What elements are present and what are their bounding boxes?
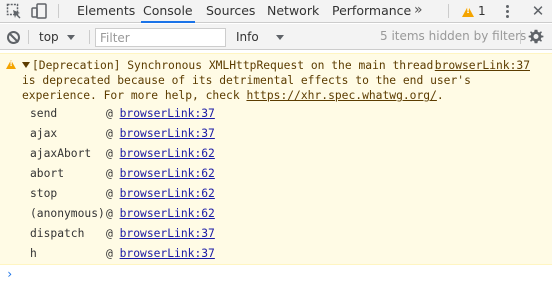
stack-at: @ <box>106 227 113 240</box>
tab-sources[interactable]: Sources <box>204 0 257 22</box>
tab-performance[interactable]: Performance <box>330 0 413 22</box>
clear-console-icon[interactable] <box>7 31 20 44</box>
close-icon[interactable]: ✕ <box>530 2 546 20</box>
hidden-items-count: 5 items hidden by filters <box>380 29 527 43</box>
stack-location-link[interactable]: browserLink:62 <box>120 167 215 180</box>
stack-function: dispatch <box>30 227 85 240</box>
stack-row: (anonymous)@ browserLink:62 <box>30 206 215 221</box>
stack-at: @ <box>106 187 113 200</box>
warning-message: [Deprecation] Synchronous XMLHttpRequest… <box>0 53 552 265</box>
tab-network[interactable]: Network <box>265 0 321 22</box>
stack-location-link[interactable]: browserLink:37 <box>120 107 215 120</box>
context-value: top <box>39 30 59 44</box>
more-tabs-icon[interactable]: » <box>414 0 423 22</box>
stack-function: stop <box>30 187 58 200</box>
stack-row: dispatch @ browserLink:37 <box>30 226 215 241</box>
stack-at: @ <box>106 247 113 260</box>
tab-console[interactable]: Console <box>141 0 195 23</box>
devtools-tabbar: Elements Console Sources Network Perform… <box>0 0 552 23</box>
stack-row: send @ browserLink:37 <box>30 106 215 121</box>
stack-at: @ <box>106 107 113 120</box>
warning-text-line-3: experience. For more help, check https:/… <box>22 88 444 103</box>
chevron-down-icon <box>66 34 75 40</box>
stack-location-link[interactable]: browserLink:37 <box>120 247 215 260</box>
warning-text-line-1[interactable]: [Deprecation] Synchronous XMLHttpRequest… <box>22 58 433 73</box>
stack-row: stop @ browserLink:62 <box>30 186 215 201</box>
filter-input[interactable] <box>95 28 226 47</box>
stack-at: @ <box>106 147 113 160</box>
inspect-element-icon[interactable] <box>4 2 24 20</box>
stack-function: (anonymous) <box>30 207 105 220</box>
stack-function: abort <box>30 167 65 180</box>
log-level-value: Info <box>236 30 259 44</box>
warning-source-link[interactable]: browserLink:37 <box>435 58 530 73</box>
stack-function: ajax <box>30 127 58 140</box>
warning-count: 1 <box>478 4 486 18</box>
expand-triangle-icon[interactable] <box>22 62 30 68</box>
stack-at: @ <box>106 207 113 220</box>
stack-function: h <box>30 247 37 260</box>
stack-row: ajax @ browserLink:37 <box>30 126 215 141</box>
stack-function: send <box>30 107 58 120</box>
warning-line-2: is deprecated because of its detrimental… <box>22 74 471 87</box>
stack-location-link[interactable]: browserLink:62 <box>120 207 215 220</box>
stack-location-link[interactable]: browserLink:62 <box>120 147 215 160</box>
toolbar-divider <box>28 30 29 44</box>
stack-row: h @ browserLink:37 <box>30 246 215 261</box>
warning-line-1: [Deprecation] Synchronous XMLHttpRequest… <box>32 59 434 72</box>
toolbar-divider <box>520 30 521 44</box>
context-selector[interactable]: top <box>35 28 79 46</box>
stack-row: abort @ browserLink:62 <box>30 166 215 181</box>
console-toolbar: top Info 5 items hidden by filters <box>0 24 552 50</box>
chevron-down-icon <box>276 34 284 40</box>
stack-at: @ <box>106 167 113 180</box>
console-prompt[interactable]: › <box>6 267 13 281</box>
warning-icon <box>462 5 474 17</box>
kebab-menu-icon[interactable] <box>500 3 514 19</box>
gear-icon[interactable] <box>528 29 544 45</box>
toolbar-divider <box>89 30 90 44</box>
device-toolbar-icon[interactable] <box>30 2 50 20</box>
stack-location-link[interactable]: browserLink:37 <box>120 227 215 240</box>
xhr-spec-link[interactable]: https://xhr.spec.whatwg.org/ <box>246 89 436 102</box>
toolbar-divider <box>448 4 449 18</box>
warning-count-badge[interactable]: 1 <box>462 3 486 19</box>
stack-location-link[interactable]: browserLink:62 <box>120 187 215 200</box>
stack-location-link[interactable]: browserLink:37 <box>120 127 215 140</box>
warning-line-3-prefix: experience. For more help, check <box>22 89 247 102</box>
console-output: [Deprecation] Synchronous XMLHttpRequest… <box>0 51 552 285</box>
stack-function: ajaxAbort <box>30 147 92 160</box>
log-level-selector[interactable]: Info <box>232 28 288 46</box>
toolbar-divider <box>58 4 59 18</box>
stack-row: ajaxAbort @ browserLink:62 <box>30 146 215 161</box>
warning-line-3-suffix: . <box>436 89 444 102</box>
warning-icon <box>6 60 16 69</box>
stack-at: @ <box>106 127 113 140</box>
tab-elements[interactable]: Elements <box>75 0 137 22</box>
